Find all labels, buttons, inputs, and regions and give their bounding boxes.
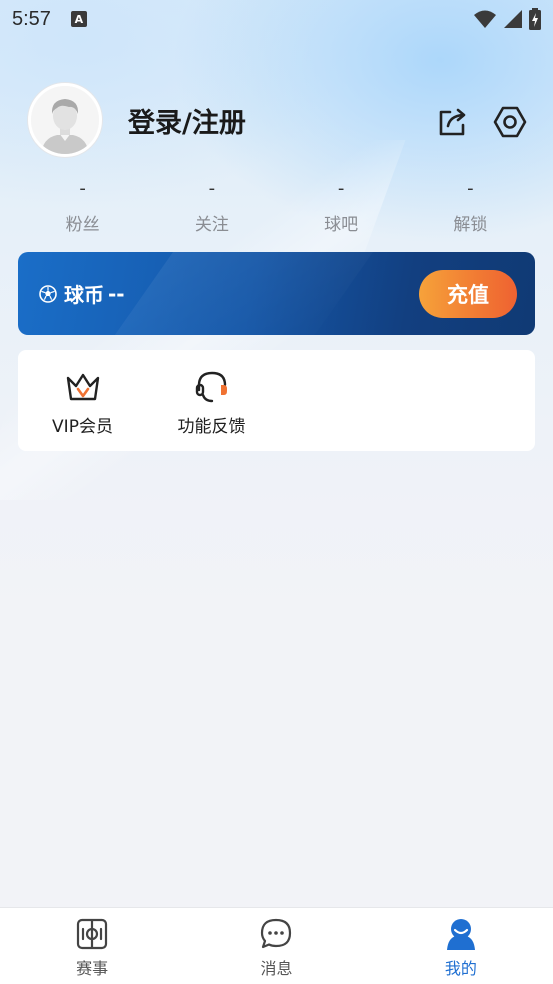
tab-label: 赛事	[76, 959, 109, 978]
stat-following[interactable]: - 关注	[147, 176, 276, 235]
feature-feedback[interactable]: 功能反馈	[147, 368, 276, 451]
feature-vip[interactable]: VIP会员	[18, 368, 147, 451]
tab-label: 消息	[260, 959, 293, 978]
stat-label: 解锁	[453, 215, 488, 235]
match-board-icon	[75, 917, 109, 951]
stat-unlocked[interactable]: - 解锁	[406, 176, 535, 235]
stat-fans[interactable]: - 粉丝	[18, 176, 147, 235]
coin-label: 球币	[64, 283, 104, 307]
status-bar: 5:57 A	[0, 0, 553, 38]
status-notification-icon: A	[70, 11, 87, 27]
default-avatar-icon	[31, 86, 99, 154]
features-panel: VIP会员 功能反馈	[18, 350, 535, 451]
coin-value: --	[108, 281, 125, 306]
profile-actions	[434, 104, 528, 140]
avatar[interactable]	[28, 83, 102, 157]
tab-messages[interactable]: 消息	[184, 908, 368, 984]
stat-value: -	[79, 178, 86, 199]
stats-row: - 粉丝 - 关注 - 球吧 - 解锁	[18, 176, 535, 235]
feature-label: 功能反馈	[177, 417, 246, 437]
login-register-link[interactable]: 登录/注册	[128, 101, 246, 140]
stat-label: 粉丝	[65, 215, 100, 235]
profile-header: 登录/注册	[28, 82, 528, 158]
soccer-ball-icon	[38, 284, 58, 304]
share-icon[interactable]	[434, 104, 470, 140]
coin-balance-card[interactable]: 球币 -- 充值	[18, 252, 535, 335]
tab-label: 我的	[444, 959, 477, 978]
stat-value: -	[467, 178, 474, 199]
status-time: 5:57	[12, 7, 51, 30]
feature-label: VIP会员	[52, 417, 113, 437]
tab-matches[interactable]: 赛事	[0, 908, 184, 984]
stat-label: 关注	[194, 215, 229, 235]
recharge-button[interactable]: 充值	[419, 269, 517, 318]
stat-value: -	[208, 178, 216, 199]
headset-icon	[193, 368, 231, 406]
tab-mine[interactable]: 我的	[369, 908, 553, 984]
settings-icon[interactable]	[492, 104, 528, 140]
stat-value: -	[337, 178, 345, 199]
stat-label: 球吧	[324, 215, 359, 235]
status-icons	[473, 8, 541, 30]
battery-charging-icon	[529, 8, 541, 30]
user-icon	[444, 917, 478, 951]
signal-icon	[504, 10, 522, 28]
crown-icon	[64, 368, 102, 406]
bottom-tab-bar: 赛事 消息 我的	[0, 907, 553, 984]
wifi-icon	[474, 10, 496, 28]
stat-forums[interactable]: - 球吧	[277, 176, 406, 235]
chat-bubble-icon	[259, 917, 293, 951]
